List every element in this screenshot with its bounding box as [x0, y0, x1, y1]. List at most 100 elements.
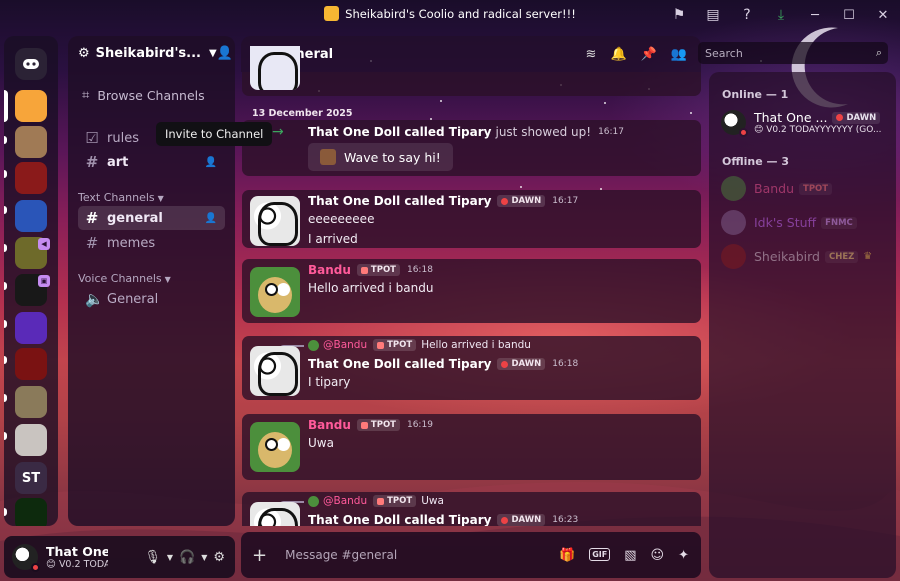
- server-tag[interactable]: DAWN: [497, 358, 546, 370]
- channel-memes[interactable]: # memes: [78, 231, 225, 255]
- maximize-button[interactable]: ☐: [832, 0, 866, 30]
- channel-art[interactable]: # art 👤: [78, 150, 225, 174]
- rules-icon: ☑: [85, 129, 99, 147]
- server-tan[interactable]: [15, 386, 47, 418]
- unread-dot: [4, 170, 7, 178]
- server-tag[interactable]: TPOT: [356, 419, 400, 431]
- server-tag[interactable]: DAWN: [497, 514, 546, 526]
- server-tag[interactable]: DAWN: [497, 195, 546, 207]
- voice-channel-general[interactable]: 🔈 General: [78, 287, 225, 311]
- plus-icon[interactable]: +: [252, 545, 267, 566]
- category-text-channels[interactable]: Text Channels ▼: [78, 191, 164, 204]
- message-author[interactable]: That One Doll called Tipary: [308, 194, 491, 208]
- user-controls: 🎙 ▼ 🎧 ▼ ⚙: [144, 550, 225, 565]
- member-item[interactable]: Idk's Stuff FNMC: [721, 210, 857, 235]
- reply-preview[interactable]: @Bandu TPOT Hello arrived i bandu: [308, 339, 531, 351]
- server-skull[interactable]: [15, 424, 47, 456]
- wave-button[interactable]: Wave to say hi!: [308, 143, 453, 171]
- add-member-icon[interactable]: 👤: [217, 46, 233, 61]
- server-sheikabird[interactable]: [15, 90, 47, 122]
- server-st[interactable]: ST: [15, 462, 47, 494]
- server-tag: TPOT: [373, 339, 417, 351]
- reply-preview[interactable]: @Bandu TPOT Uwa: [308, 495, 444, 507]
- member-name: Bandu: [754, 181, 795, 196]
- server-green[interactable]: [15, 498, 47, 526]
- avatar: [308, 495, 319, 507]
- search-input[interactable]: Search ⌕: [698, 42, 888, 64]
- pin-icon[interactable]: 📌: [641, 47, 657, 62]
- member-item[interactable]: Sheikabird CHEZ ♛: [721, 244, 872, 269]
- chevron-down-icon[interactable]: ▼: [201, 553, 207, 562]
- member-item[interactable]: Bandu TPOT: [721, 176, 833, 201]
- message-partial: [242, 46, 701, 96]
- server-purple[interactable]: [15, 312, 47, 344]
- channel-general[interactable]: # general 👤: [78, 206, 225, 230]
- server-red[interactable]: [15, 162, 47, 194]
- hash-icon: #: [85, 153, 99, 171]
- avatar[interactable]: [250, 422, 300, 472]
- chevron-down-icon: ▼: [208, 47, 217, 59]
- message-input[interactable]: Message #general: [285, 548, 397, 562]
- message-body: Bandu TPOT 16:19 Uwa: [308, 417, 693, 453]
- headphones-icon[interactable]: 🎧: [179, 550, 195, 565]
- guild-header[interactable]: ⚙ Sheikabird's... ▼ 👤: [68, 36, 235, 70]
- invite-icon[interactable]: 👤: [205, 157, 217, 168]
- bell-icon[interactable]: 🔔: [610, 47, 626, 62]
- message-text: I arrived: [308, 232, 358, 246]
- browse-channels-button[interactable]: ⌗ Browse Channels: [82, 88, 205, 103]
- server-blue[interactable]: [15, 200, 47, 232]
- day-separator: 13 December 2025: [252, 108, 353, 119]
- gif-icon[interactable]: GIF: [589, 547, 611, 561]
- unread-dot: [4, 282, 7, 290]
- server-tag: TPOT: [373, 495, 417, 507]
- message-time: 16:23: [552, 515, 579, 525]
- message-author[interactable]: That One Doll called Tipary: [308, 357, 491, 371]
- message-body: That One Doll called Tipary DAWN 16:17 e…: [308, 193, 693, 249]
- download-icon[interactable]: ⤓: [764, 0, 798, 30]
- reply-message: @Bandu TPOT Hello arrived i bandu That O…: [242, 336, 701, 400]
- invite-icon[interactable]: 👤: [205, 213, 217, 224]
- discord-home-icon[interactable]: [15, 48, 47, 80]
- message-body: That One Doll called Tipary DAWN 16:23: [308, 512, 693, 526]
- chevron-down-icon[interactable]: ▼: [167, 553, 173, 562]
- member-item[interactable]: That One ... DAWN 😊 V0.2 TODAYYYYYYY (GO…: [721, 110, 882, 137]
- message-author[interactable]: Bandu: [308, 263, 351, 277]
- server-tag: TPOT: [799, 182, 833, 195]
- members-icon[interactable]: 👥: [671, 47, 687, 62]
- microphone-icon[interactable]: 🎙: [144, 550, 161, 565]
- category-voice-channels[interactable]: Voice Channels ▼: [78, 272, 171, 285]
- minimize-button[interactable]: ─: [798, 0, 832, 30]
- chevron-down-icon: ▼: [164, 275, 171, 284]
- inbox-icon[interactable]: ▤: [696, 0, 730, 30]
- sticker-icon[interactable]: ▧: [624, 548, 636, 563]
- settings-gear-icon[interactable]: ⚙: [213, 550, 225, 565]
- member-name: Sheikabird: [754, 249, 820, 264]
- threads-icon[interactable]: ≋: [586, 47, 597, 62]
- server-cat[interactable]: [15, 126, 47, 158]
- selected-server-pill: [4, 90, 8, 122]
- avatar[interactable]: [250, 502, 300, 526]
- avatar[interactable]: [250, 346, 300, 396]
- server-crimson[interactable]: [15, 348, 47, 380]
- hash-icon: #: [85, 209, 99, 227]
- avatar[interactable]: [250, 196, 300, 246]
- avatar[interactable]: [12, 544, 40, 572]
- tpot-tag-icon: [377, 341, 385, 349]
- user-panel: That One Doll called Tipary 😊 V0.2 TODAY…: [4, 536, 235, 578]
- user-info[interactable]: That One Doll called Tipary 😊 V0.2 TODAY…: [46, 544, 108, 570]
- server-tag[interactable]: TPOT: [356, 264, 400, 276]
- message-author[interactable]: Bandu: [308, 418, 351, 432]
- close-button[interactable]: ✕: [866, 0, 900, 30]
- flag-icon[interactable]: ⚑: [662, 0, 696, 30]
- join-author[interactable]: That One Doll called Tipary: [308, 125, 491, 139]
- member-name: Idk's Stuff: [754, 215, 817, 230]
- gift-icon[interactable]: 🎁: [559, 548, 575, 563]
- apps-icon[interactable]: ✦: [678, 548, 689, 563]
- message: That One Doll called Tipary DAWN 16:17 e…: [242, 190, 701, 248]
- composer-icons: 🎁 GIF ▧ ☺ ✦: [559, 547, 689, 563]
- member-info: That One ... DAWN 😊 V0.2 TODAYYYYYYY (GO…: [746, 110, 882, 135]
- emoji-icon[interactable]: ☺: [651, 548, 665, 563]
- help-icon[interactable]: ?: [730, 0, 764, 30]
- avatar[interactable]: [250, 267, 300, 317]
- message-author[interactable]: That One Doll called Tipary: [308, 513, 491, 526]
